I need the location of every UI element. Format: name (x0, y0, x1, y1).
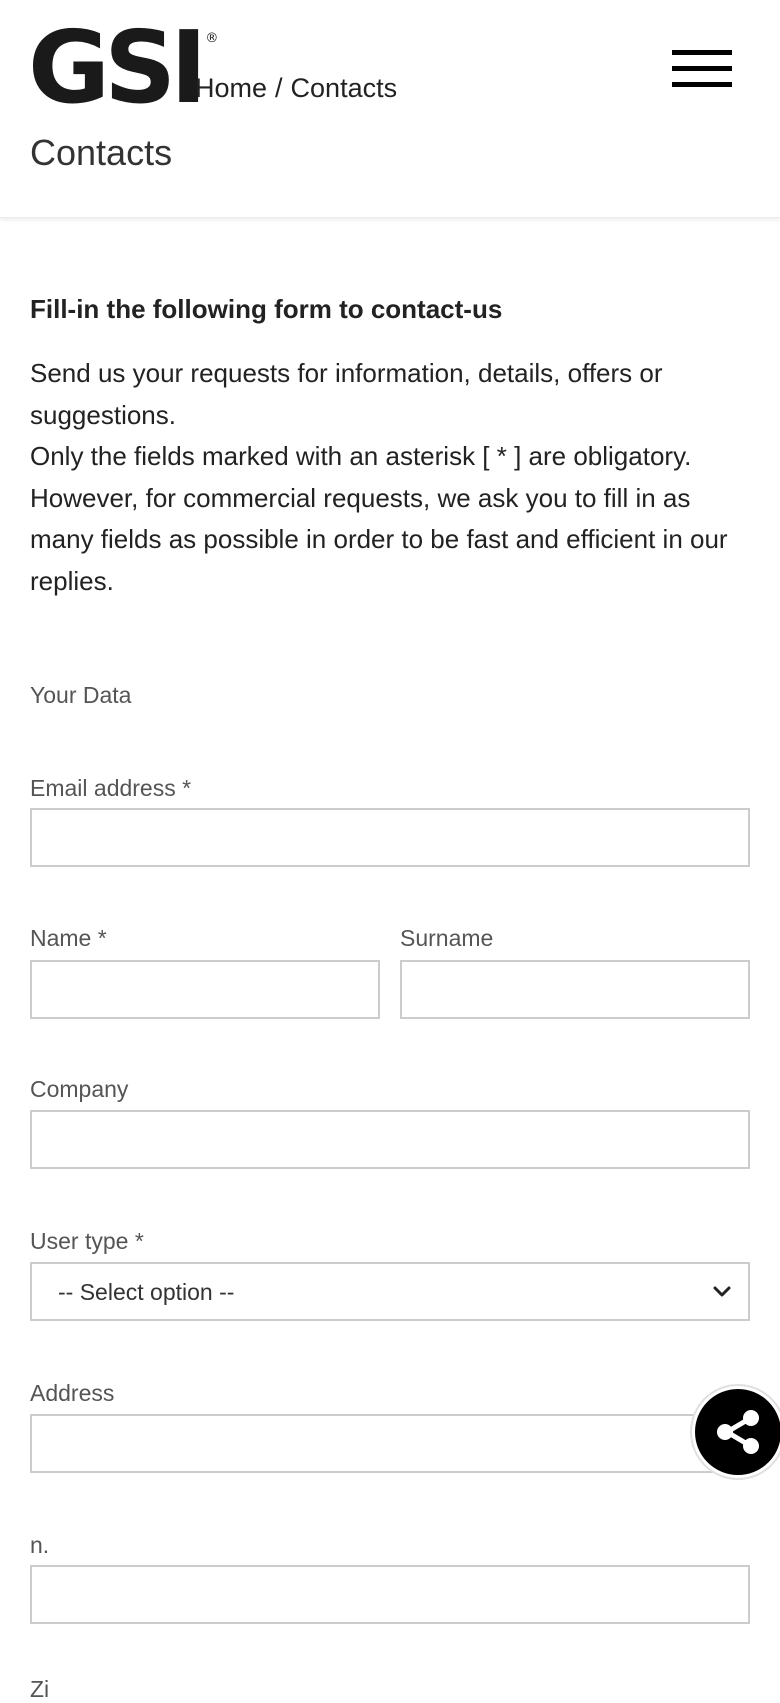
breadcrumb: Home / Contacts (195, 73, 397, 104)
gsi-logo[interactable]: GSI ® (28, 9, 219, 126)
address-field[interactable] (30, 1414, 750, 1473)
intro-paragraph-1: Send us your requests for information, d… (30, 358, 663, 430)
form-intro-text: Send us your requests for information, d… (30, 353, 750, 602)
share-icon (717, 1410, 759, 1454)
site-header: GSI ® Home / Contacts Contacts (0, 0, 780, 218)
email-field[interactable] (30, 808, 750, 867)
number-label: n. (30, 1532, 50, 1558)
user-type-select[interactable]: -- Select option -- (30, 1262, 750, 1321)
logo-text: GSI (28, 9, 207, 126)
surname-field[interactable] (400, 960, 750, 1019)
zip-label-partial: Zi (30, 1676, 50, 1702)
chevron-down-icon (713, 1286, 731, 1297)
share-button[interactable] (692, 1386, 780, 1478)
name-field[interactable] (30, 960, 380, 1019)
address-label: Address (30, 1380, 115, 1406)
registered-mark: ® (205, 31, 219, 46)
company-field[interactable] (30, 1110, 750, 1169)
intro-paragraph-2: Only the fields marked with an asterisk … (30, 441, 692, 471)
company-label: Company (30, 1076, 129, 1102)
breadcrumb-current: Contacts (290, 73, 398, 103)
surname-label: Surname (400, 925, 494, 951)
user-type-selected-value: -- Select option -- (58, 1279, 235, 1305)
user-type-label: User type * (30, 1228, 144, 1254)
page-title: Contacts (30, 132, 173, 173)
number-field[interactable] (30, 1565, 750, 1624)
name-label: Name * (30, 925, 107, 951)
breadcrumb-separator: / (275, 73, 283, 103)
intro-paragraph-3: However, for commercial requests, we ask… (30, 482, 728, 596)
form-intro-heading: Fill-in the following form to contact-us (30, 294, 503, 324)
section-label-your-data: Your Data (30, 682, 132, 708)
hamburger-icon[interactable] (672, 48, 732, 92)
email-label: Email address * (30, 775, 192, 801)
breadcrumb-home-link[interactable]: Home (195, 73, 267, 103)
